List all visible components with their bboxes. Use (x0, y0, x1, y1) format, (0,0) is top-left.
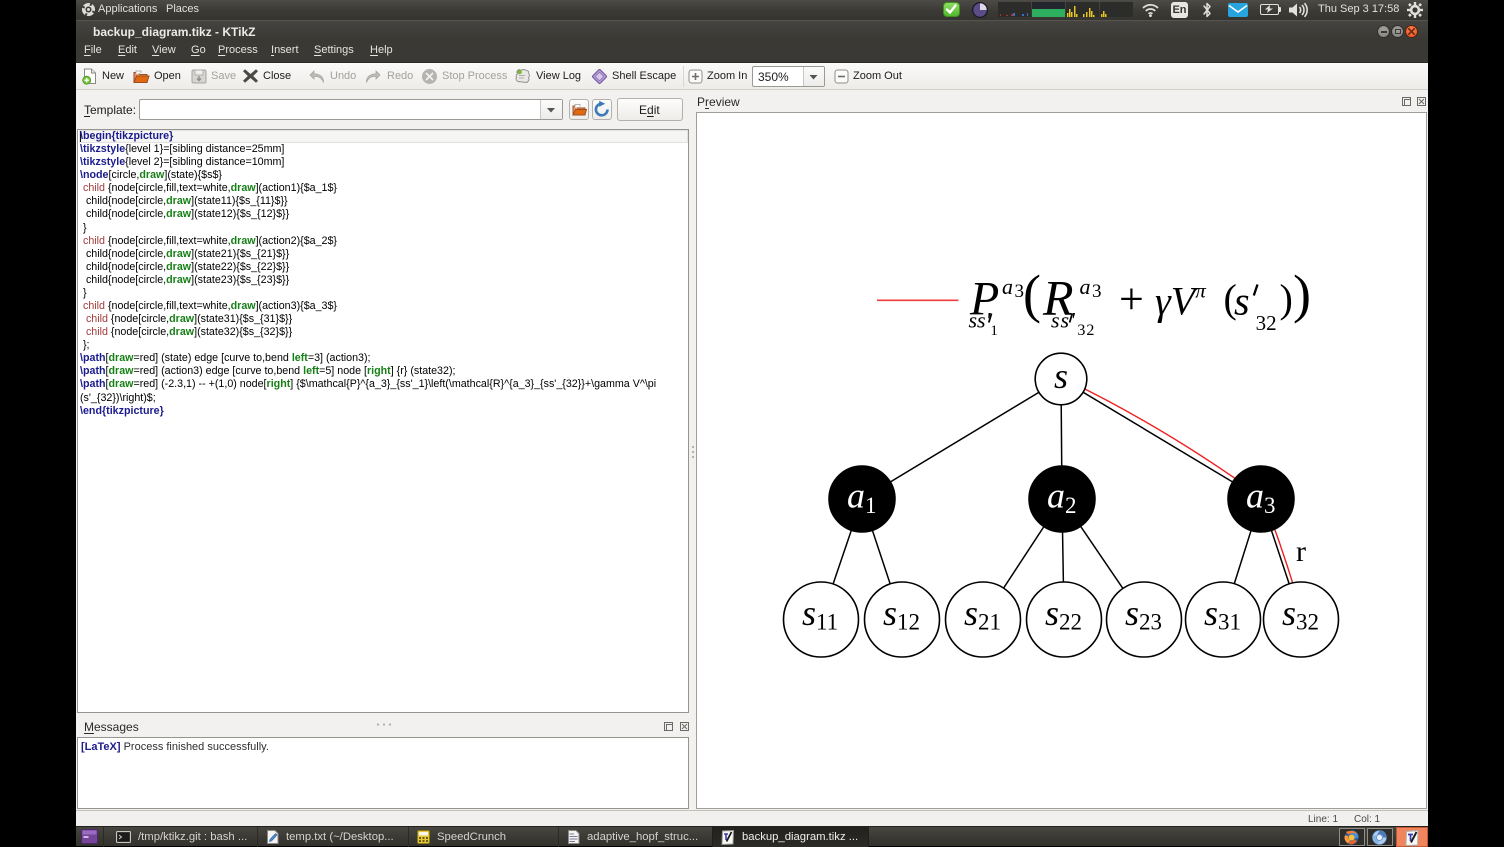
svg-text:ss'32: ss'32 (1051, 308, 1095, 340)
svg-text:a3: a3 (1002, 274, 1024, 302)
svg-text:): ) (1293, 264, 1311, 324)
svg-text:a3: a3 (1080, 274, 1102, 302)
svg-text:(: ( (1023, 264, 1041, 324)
svg-text:γVπ: γVπ (1155, 278, 1206, 323)
svg-text:+: + (1119, 275, 1144, 324)
svg-text:s32: s32 (1234, 278, 1277, 335)
svg-text:s: s (1054, 356, 1068, 396)
svg-text:): ) (1280, 276, 1293, 321)
svg-text:r: r (1296, 535, 1306, 568)
